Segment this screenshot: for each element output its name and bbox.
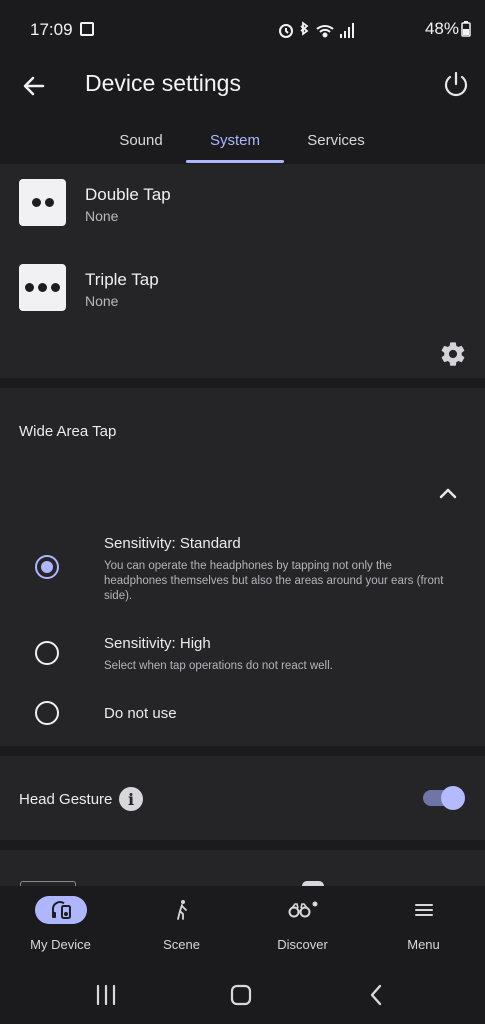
tap-actions-card: Double Tap None Triple Tap None [0, 164, 485, 378]
headphones-device-icon [51, 901, 71, 919]
wifi-icon [316, 25, 334, 38]
hamburger-menu-icon [414, 904, 433, 916]
tab-active-indicator [186, 160, 284, 163]
page-title: Device settings [85, 70, 241, 96]
signal-icon [340, 23, 354, 38]
binoculars-icon [288, 901, 317, 918]
wide-area-tap-label: Wide Area Tap [19, 423, 117, 440]
wide-area-tap-card: Wide Area Tap Sensitivity: Standard You … [0, 388, 485, 746]
nav-discover[interactable]: Discover [242, 886, 363, 966]
double-tap-item[interactable]: Double Tap None [0, 172, 485, 242]
nav-scene[interactable]: Scene [121, 886, 242, 966]
option-description: You can operate the headphones by tappin… [104, 560, 444, 602]
nav-pill [156, 896, 208, 924]
tab-sound[interactable]: Sound [92, 116, 190, 164]
nav-menu[interactable]: Menu [363, 886, 484, 966]
recent-apps-icon[interactable] [93, 982, 119, 1008]
tab-system[interactable]: System [186, 116, 284, 164]
head-gesture-label: Head Gesture [19, 791, 113, 808]
bottom-navigation: My Device Scene Discover Menu [0, 886, 485, 966]
head-gesture-card: Head Gesture i [0, 756, 485, 840]
option-title: Sensitivity: Standard [104, 535, 241, 552]
head-gesture-toggle[interactable] [423, 786, 465, 810]
nav-my-device[interactable]: My Device [0, 886, 121, 966]
bluetooth-icon [300, 21, 309, 36]
radio-high[interactable] [35, 641, 59, 665]
power-icon[interactable] [439, 68, 473, 102]
nav-label: Discover [277, 937, 328, 952]
radio-standard[interactable] [35, 555, 59, 579]
double-tap-title: Double Tap [85, 185, 171, 204]
option-title: Sensitivity: High [104, 635, 211, 652]
tab-label: Services [307, 131, 365, 149]
system-navigation-bar [0, 966, 485, 1024]
battery-percentage: 48% [424, 19, 459, 38]
gear-icon[interactable] [439, 340, 467, 368]
nav-pill [34, 896, 87, 924]
status-bar: 17:09 48% [0, 0, 485, 58]
app-bar: Device settings [0, 58, 485, 114]
toggle-knob [441, 786, 465, 810]
chevron-up-icon[interactable] [435, 481, 461, 507]
radio-do-not-use[interactable] [35, 701, 59, 725]
nav-label: Menu [407, 937, 440, 952]
double-tap-value: None [85, 208, 119, 224]
option-title: Do not use [104, 705, 177, 722]
double-tap-icon [19, 179, 66, 226]
arrow-left-icon[interactable] [18, 70, 50, 102]
option-description: Select when tap operations do not react … [104, 660, 333, 672]
alarm-icon [279, 24, 293, 38]
nav-label: My Device [30, 937, 91, 952]
home-icon[interactable] [228, 982, 254, 1008]
battery-icon [461, 21, 471, 37]
nav-pill [277, 896, 329, 924]
info-icon[interactable]: i [119, 787, 143, 811]
tab-bar: Sound System Services [0, 116, 485, 164]
status-time: 17:09 [30, 20, 73, 39]
walking-person-icon [176, 900, 187, 920]
tab-label: Sound [119, 131, 163, 149]
triple-tap-title: Triple Tap [85, 270, 159, 289]
triple-tap-icon [19, 264, 66, 311]
status-icons [279, 21, 354, 38]
next-card-partial [0, 850, 485, 886]
image-icon [80, 22, 94, 36]
tab-services[interactable]: Services [287, 116, 385, 164]
triple-tap-value: None [85, 293, 119, 309]
back-nav-icon[interactable] [364, 982, 390, 1008]
nav-label: Scene [163, 937, 200, 952]
triple-tap-item[interactable]: Triple Tap None [0, 257, 485, 327]
nav-pill [398, 896, 450, 924]
tab-label: System [209, 131, 260, 149]
